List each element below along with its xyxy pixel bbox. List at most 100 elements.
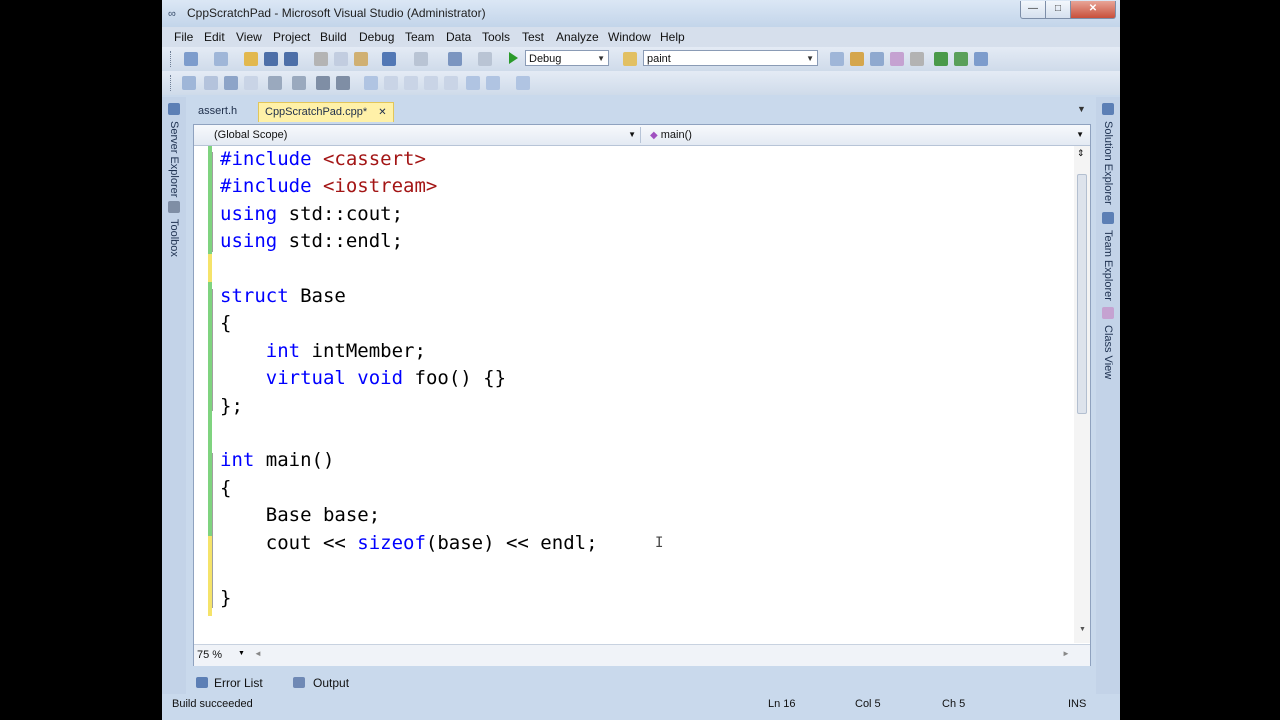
tab-output[interactable]: Output — [313, 676, 349, 690]
code-line: { — [220, 312, 232, 334]
comment-out-icon[interactable] — [316, 76, 330, 90]
paste-icon[interactable] — [354, 52, 368, 66]
toolbar-grip[interactable] — [170, 51, 174, 67]
decrease-indent-icon[interactable] — [268, 76, 282, 90]
header-name-token: <cassert> — [322, 148, 426, 170]
tab-assert-h[interactable]: assert.h — [192, 102, 243, 121]
display-object-member-list-icon[interactable] — [182, 76, 196, 90]
menu-test[interactable]: Test — [522, 30, 544, 44]
solution-explorer-icon[interactable] — [1102, 103, 1114, 115]
close-window-button[interactable]: ✕ — [1070, 1, 1116, 19]
horizontal-scrollbar[interactable]: 75 % ▼ ◄ ► — [194, 644, 1090, 666]
copy-icon[interactable] — [334, 52, 348, 66]
menu-debug[interactable]: Debug — [359, 30, 394, 44]
command-window-icon[interactable] — [974, 52, 988, 66]
scrollbar-thumb[interactable] — [1077, 174, 1087, 414]
line-number: Ln 16 — [768, 698, 796, 710]
right-dock-strip: Solution Explorer Team Explorer Class Vi… — [1096, 97, 1120, 697]
zoom-level[interactable]: 75 % — [197, 649, 222, 661]
menu-analyze[interactable]: Analyze — [556, 30, 599, 44]
minimize-button[interactable]: — — [1020, 1, 1046, 19]
save-icon[interactable] — [264, 52, 278, 66]
previous-bookmark-icon[interactable] — [384, 76, 398, 90]
menu-help[interactable]: Help — [660, 30, 685, 44]
split-handle-icon[interactable]: ⇕ — [1077, 148, 1085, 159]
redo-icon[interactable] — [414, 52, 428, 66]
start-page-icon[interactable] — [934, 52, 948, 66]
extension-manager-icon[interactable] — [954, 52, 968, 66]
team-explorer-tab[interactable]: Team Explorer — [1102, 230, 1114, 301]
save-all-icon[interactable] — [284, 52, 298, 66]
preprocessor-token: #include — [220, 175, 323, 197]
class-view-icon[interactable] — [890, 52, 904, 66]
toolbar-grip[interactable] — [170, 75, 174, 91]
scroll-right-arrow-icon[interactable]: ► — [1062, 649, 1070, 658]
add-item-icon[interactable] — [214, 52, 228, 66]
clear-bookmarks-icon[interactable] — [516, 76, 530, 90]
class-view-tab[interactable]: Class View — [1102, 325, 1114, 379]
vs-logo-icon: ∞ — [168, 8, 176, 20]
object-browser-icon[interactable] — [870, 52, 884, 66]
find-in-files-icon[interactable] — [623, 52, 637, 66]
menu-view[interactable]: View — [236, 30, 262, 44]
start-debugging-icon[interactable] — [509, 52, 518, 64]
menu-tools[interactable]: Tools — [482, 30, 510, 44]
menu-build[interactable]: Build — [320, 30, 347, 44]
scroll-down-arrow-icon[interactable]: ▼ — [1079, 626, 1086, 633]
next-bookmark-in-folder-icon[interactable] — [444, 76, 458, 90]
class-view-icon[interactable] — [1102, 307, 1114, 319]
server-explorer-tab[interactable]: Server Explorer — [168, 121, 180, 197]
increase-indent-icon[interactable] — [292, 76, 306, 90]
menu-window[interactable]: Window — [608, 30, 651, 44]
parameter-info-icon[interactable] — [204, 76, 218, 90]
server-explorer-icon[interactable] — [168, 103, 180, 115]
previous-bookmark-in-folder-icon[interactable] — [424, 76, 438, 90]
status-message: Build succeeded — [172, 698, 253, 710]
quick-info-icon[interactable] — [224, 76, 238, 90]
navigate-backward-icon[interactable] — [448, 52, 462, 66]
chevron-down-icon[interactable]: ▼ — [238, 650, 245, 657]
keyword-token: int — [220, 449, 255, 471]
menu-file[interactable]: File — [174, 30, 193, 44]
next-bookmark-icon[interactable] — [404, 76, 418, 90]
team-explorer-icon[interactable] — [1102, 212, 1114, 224]
toolbox-icon[interactable] — [168, 201, 180, 213]
code-editor[interactable]: (Global Scope) ▼ ◆ main() ▼ #include <ca… — [193, 124, 1091, 666]
member-dropdown[interactable]: ◆ main() ▼ — [650, 127, 1086, 143]
code-text: cout << — [220, 532, 358, 554]
menu-edit[interactable]: Edit — [204, 30, 225, 44]
solution-explorer-tab[interactable]: Solution Explorer — [1102, 121, 1114, 205]
member-value: main() — [660, 129, 692, 141]
previous-bookmark-in-document-icon[interactable] — [466, 76, 480, 90]
code-text: (base) << endl; — [425, 532, 598, 554]
chevron-down-icon[interactable]: ▼ — [1077, 104, 1086, 114]
maximize-button[interactable]: □ — [1045, 1, 1071, 19]
tab-error-list[interactable]: Error List — [214, 676, 263, 690]
menu-data[interactable]: Data — [446, 30, 471, 44]
solution-explorer-icon[interactable] — [830, 52, 844, 66]
scroll-left-arrow-icon[interactable]: ◄ — [254, 649, 262, 658]
undo-icon[interactable] — [382, 52, 396, 66]
navigate-forward-icon[interactable] — [478, 52, 492, 66]
code-line: { — [220, 477, 232, 499]
uncomment-icon[interactable] — [336, 76, 350, 90]
complete-word-icon[interactable] — [244, 76, 258, 90]
find-combo[interactable]: paint ▼ — [643, 50, 818, 66]
vertical-scrollbar[interactable]: ⇕ ▼ — [1074, 146, 1090, 643]
cut-icon[interactable] — [314, 52, 328, 66]
code-area[interactable]: #include <cassert> #include <iostream> u… — [194, 146, 1072, 641]
tab-cppscratchpad-cpp[interactable]: CppScratchPad.cpp* ✕ — [258, 102, 394, 122]
new-project-icon[interactable] — [184, 52, 198, 66]
solution-config-select[interactable]: Debug ▼ — [525, 50, 609, 66]
toolbox-tab[interactable]: Toolbox — [168, 219, 180, 257]
menu-team[interactable]: Team — [405, 30, 434, 44]
menu-project[interactable]: Project — [273, 30, 310, 44]
chevron-down-icon: ▼ — [806, 54, 814, 63]
scope-dropdown[interactable]: (Global Scope) ▼ — [214, 127, 641, 143]
toggle-bookmark-icon[interactable] — [364, 76, 378, 90]
properties-icon[interactable] — [850, 52, 864, 66]
close-icon[interactable]: ✕ — [378, 107, 386, 118]
open-file-icon[interactable] — [244, 52, 258, 66]
next-bookmark-in-document-icon[interactable] — [486, 76, 500, 90]
toolbox-icon[interactable] — [910, 52, 924, 66]
